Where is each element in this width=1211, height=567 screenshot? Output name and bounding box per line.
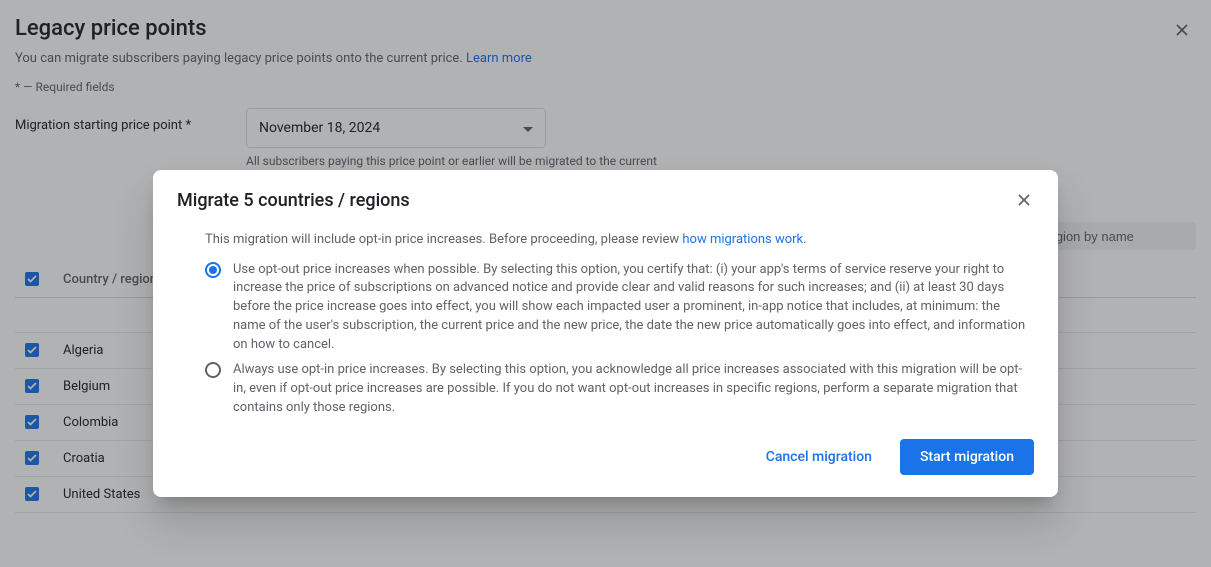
- modal-scrim: Migrate 5 countries / regions This migra…: [0, 0, 1211, 567]
- modal-title: Migrate 5 countries / regions: [177, 190, 410, 211]
- modal-intro: This migration will include opt-in price…: [177, 232, 1034, 247]
- opt-in-radio[interactable]: [205, 362, 221, 378]
- migrate-modal: Migrate 5 countries / regions This migra…: [153, 170, 1058, 498]
- opt-out-label: Use opt-out price increases when possibl…: [233, 261, 1034, 355]
- modal-close-icon[interactable]: [1014, 190, 1034, 214]
- opt-out-radio[interactable]: [205, 262, 221, 278]
- opt-in-label: Always use opt-in price increases. By se…: [233, 361, 1034, 418]
- cancel-migration-button[interactable]: Cancel migration: [746, 439, 892, 475]
- how-migrations-work-link[interactable]: how migrations work: [682, 232, 803, 247]
- start-migration-button[interactable]: Start migration: [900, 439, 1034, 475]
